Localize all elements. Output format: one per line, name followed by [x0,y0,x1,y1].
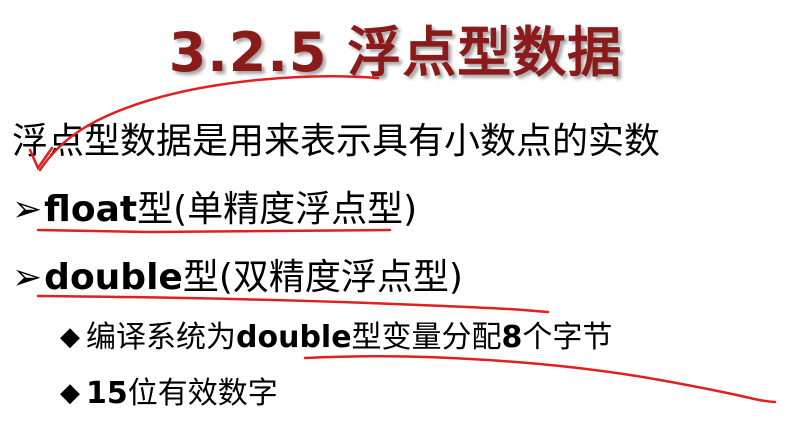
keyword-double-inline: double [236,320,352,355]
bullet-double: ➢double型(双精度浮点型) [12,248,463,300]
sub-text-post: 个字节 [522,320,613,355]
type-suffix: 型 [182,257,219,298]
digit-count: 15 [86,376,128,411]
intro-text: 浮点型数据是用来表示具有小数点的实数 [12,121,661,162]
type-suffix: 型 [137,189,174,230]
sub-bullet-precision: ◆ 15位有效数字 [60,368,278,412]
bullet-float: ➢float型(单精度浮点型) [12,180,417,232]
sub-text-pre: 编译系统为 [86,320,236,355]
double-description: (双精度浮点型) [218,257,463,298]
diamond-bullet-icon: ◆ [60,322,80,352]
slide-title: 3.2.5 浮点型数据 [168,21,623,84]
diamond-bullet-icon: ◆ [60,378,80,408]
byte-count: 8 [501,320,523,355]
sub-text-post: 位有效数字 [127,376,278,411]
arrow-bullet-icon: ➢ [12,189,43,230]
sub-text-mid: 型变量分配 [351,320,502,355]
sub-bullet-size: ◆ 编译系统为double型变量分配8个字节 [60,312,612,356]
keyword-float: float [44,189,138,230]
annotation-underline-subbullet [303,355,777,404]
float-description: (单精度浮点型) [173,189,418,230]
keyword-double: double [44,257,183,298]
arrow-bullet-icon: ➢ [12,257,43,298]
slide: 3.2.5 浮点型数据 浮点型数据是用来表示具有小数点的实数 ➢float型(单… [0,0,791,430]
